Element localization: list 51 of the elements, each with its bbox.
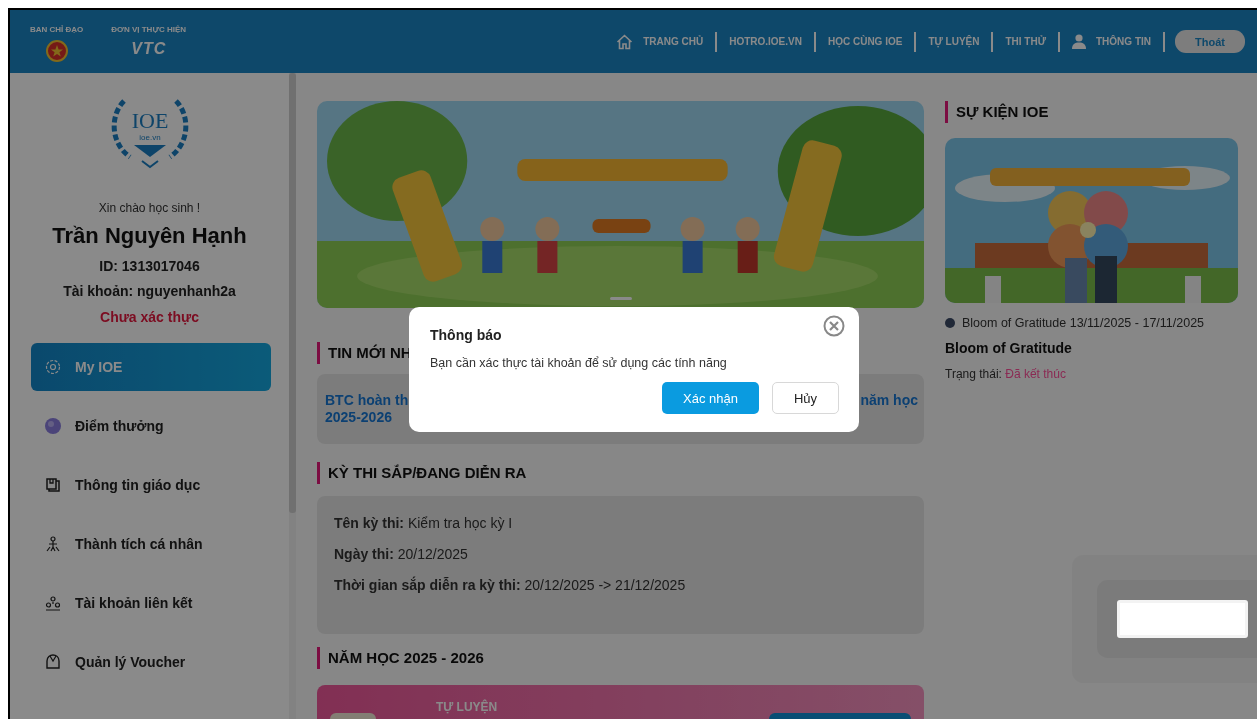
sidebar-item[interactable]: Tài khoản liên kết bbox=[31, 579, 271, 627]
sidebar-item[interactable]: Thành tích cá nhân bbox=[31, 520, 271, 568]
logout-button[interactable]: Thoát bbox=[1175, 30, 1245, 53]
scrollbar-thumb[interactable] bbox=[289, 73, 296, 513]
news-title: năm học bbox=[860, 392, 918, 410]
vtc-logo: VTC bbox=[131, 40, 167, 58]
home-icon bbox=[616, 33, 634, 50]
nav-link[interactable]: THÔNG TIN bbox=[1060, 34, 1163, 49]
event-date: Bloom of Gratitude 13/11/2025 - 17/11/2025 bbox=[962, 316, 1205, 330]
student-name: Trần Nguyên Hạnh bbox=[52, 223, 247, 249]
student-id: ID: 1313017046 bbox=[99, 258, 200, 274]
user-icon bbox=[1072, 34, 1086, 49]
carousel-indicator[interactable] bbox=[609, 297, 632, 300]
sidebar-item[interactable]: Quản lý Voucher bbox=[31, 638, 271, 686]
book-icon bbox=[45, 477, 61, 493]
coin-icon bbox=[45, 418, 61, 434]
nav-link[interactable]: HỌC CÙNG IOE bbox=[815, 36, 915, 47]
bullet-icon bbox=[945, 318, 955, 328]
card-label: TỰ LUYỆN bbox=[436, 700, 498, 716]
badge-icon bbox=[45, 359, 61, 375]
event-status: Trạng thái: Đã kết thúc bbox=[945, 367, 1067, 381]
section-heading: KỲ THI SẮP/ĐANG DIỄN RA bbox=[317, 462, 924, 484]
verification-status: Chưa xác thực bbox=[100, 309, 199, 325]
exam-detail: Tên kỳ thi: Kiểm tra học kỳ I bbox=[334, 515, 514, 532]
sidebar-item[interactable]: My IOE bbox=[31, 343, 271, 391]
dialog-title: Thông báo bbox=[430, 327, 503, 343]
cancel-button[interactable]: Hủy bbox=[772, 382, 839, 414]
exam-detail: Thời gian sắp diễn ra kỳ thi: 20/12/2025 -> 21/12/2025 bbox=[334, 577, 687, 594]
sponsor-label: BAN CHỈ ĐẠO bbox=[30, 25, 84, 34]
sidebar-item[interactable]: Điểm thưởng bbox=[31, 402, 271, 450]
exam-detail: Ngày thi: 20/12/2025 bbox=[334, 546, 469, 563]
confirm-button[interactable]: Xác nhận bbox=[662, 382, 759, 414]
greeting: Xin chào học sinh ! bbox=[98, 201, 201, 215]
nav-link[interactable]: TRANG CHỦ bbox=[604, 33, 716, 50]
sidebar-item[interactable]: Thông tin giáo dục bbox=[31, 461, 271, 509]
people-icon bbox=[45, 536, 61, 552]
account-name: Tài khoản: nguyenhanh2a bbox=[63, 283, 236, 299]
sponsor-label: ĐƠN VỊ THỰC HIỆN bbox=[111, 25, 187, 34]
event-title: Bloom of Gratitude bbox=[945, 340, 1073, 356]
section-heading: SỰ KIỆN IOE bbox=[945, 101, 1238, 123]
group-icon bbox=[45, 595, 61, 611]
ioe-logo: IOE ioe.vn bbox=[107, 95, 192, 171]
close-icon[interactable] bbox=[823, 315, 845, 337]
bag-icon bbox=[45, 654, 61, 670]
nav-link[interactable]: THI THỬ bbox=[993, 36, 1058, 47]
news-title: BTC hoàn th 2025-2026 bbox=[325, 392, 409, 426]
practice-card[interactable]: TỰ LUYỆN bbox=[317, 685, 924, 719]
section-heading: NĂM HỌC 2025 - 2026 bbox=[317, 647, 924, 669]
emblem-icon bbox=[45, 40, 68, 62]
nav-link[interactable]: TỰ LUYỆN bbox=[916, 36, 992, 47]
nav-link[interactable]: HOTRO.IOE.VN bbox=[717, 36, 814, 47]
